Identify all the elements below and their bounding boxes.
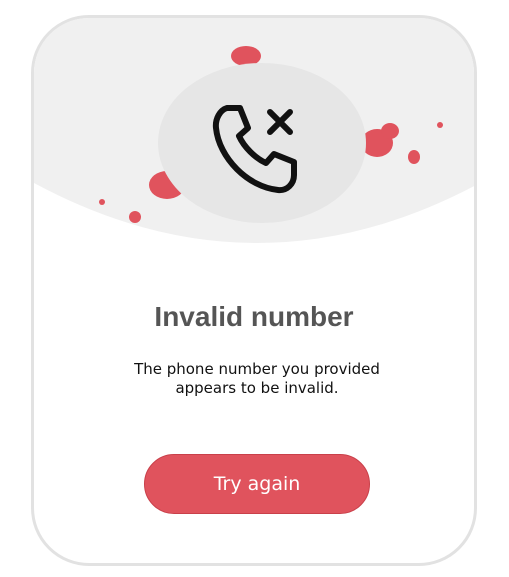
try-again-button[interactable]: Try again [144,454,370,514]
phone-x-icon [212,105,297,194]
dialog-title: Invalid number [154,301,354,332]
error-dialog: Invalid number The phone number you prov… [31,15,477,566]
dialog-message: The phone number you provided appears to… [134,360,380,397]
